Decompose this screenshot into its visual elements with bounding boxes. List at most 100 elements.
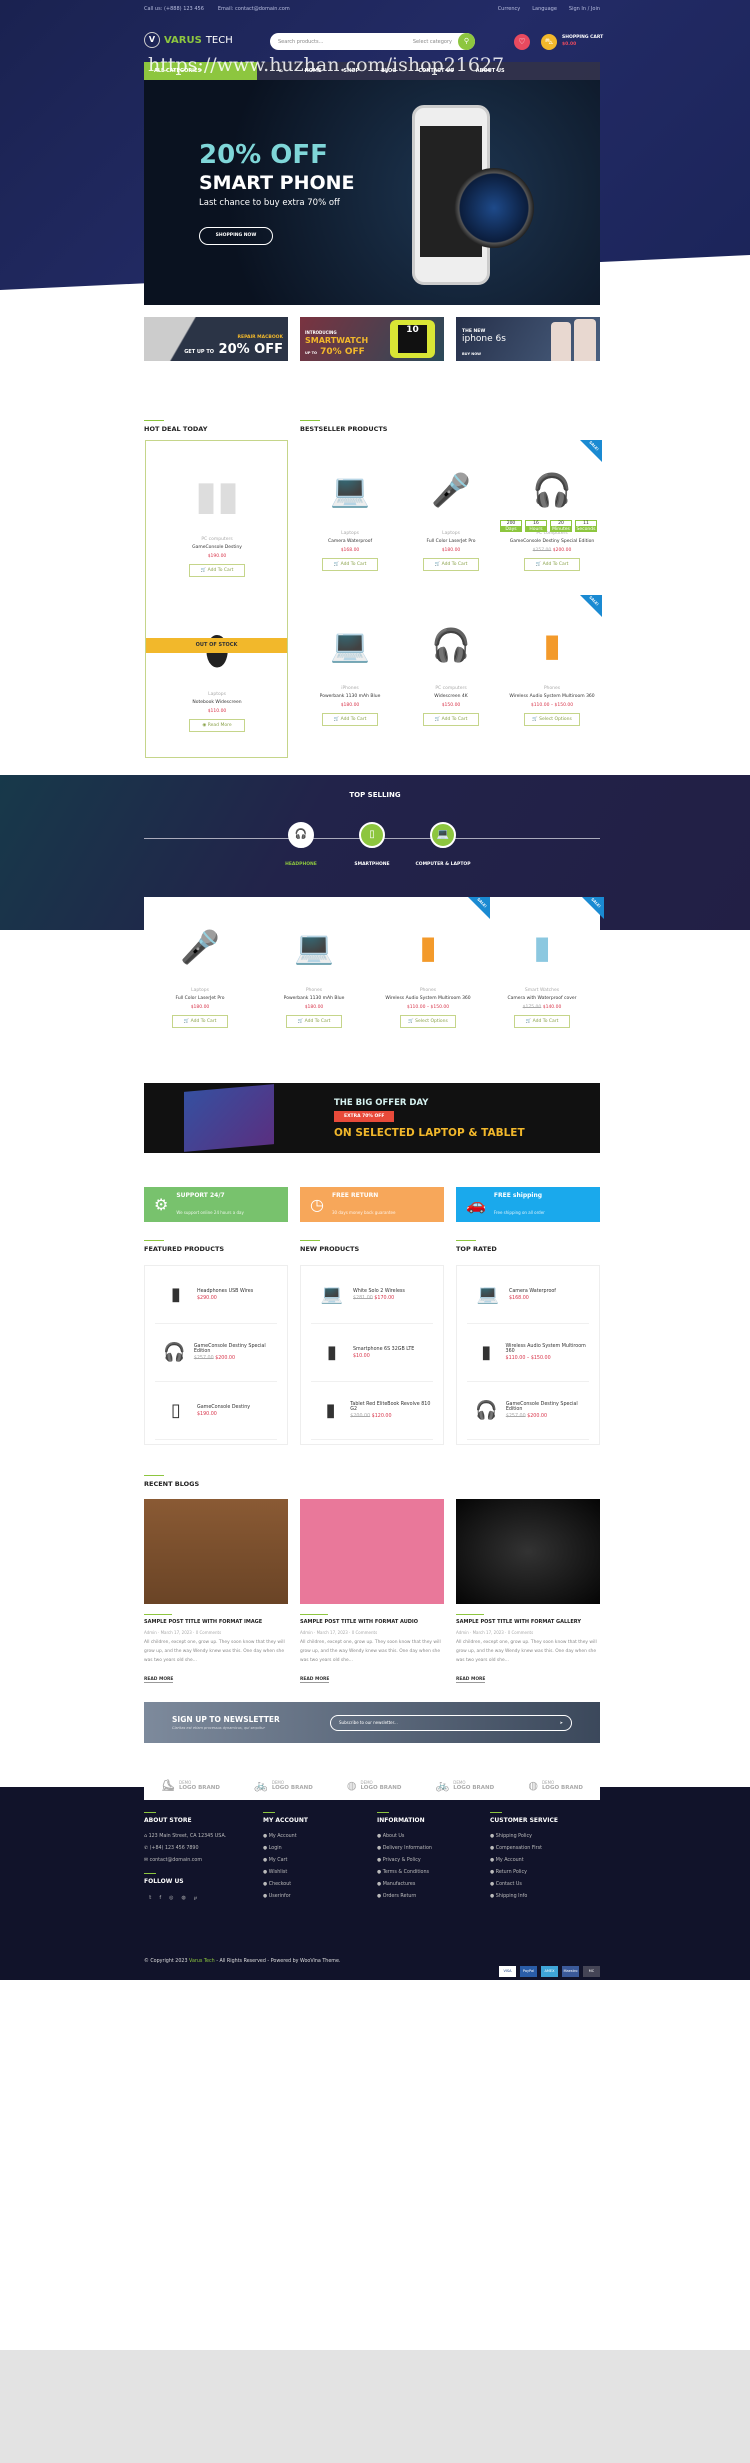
product-card[interactable]: 🎧 PC computers Widescreen 4K $150.00 🛒 Ad… [401, 610, 501, 726]
all-categories-button[interactable]: ALL CATEGORIES [144, 62, 257, 80]
tab-headphone-icon[interactable]: 🎧 [288, 822, 314, 848]
brand-icon: ◍ [346, 1778, 357, 1792]
signin-link[interactable]: Sign In / Join [569, 6, 600, 12]
countdown: 200 Days 16 Hours 20 Minutes 11 Seconds [500, 520, 597, 532]
nav-home[interactable]: HOME [305, 68, 322, 74]
add-to-cart-button[interactable]: 🛒 Add To Cart [423, 558, 479, 571]
footer-link[interactable]: ● Checkout [263, 1882, 308, 1887]
add-to-cart-button[interactable]: 🛒 Add To Cart [514, 1015, 570, 1028]
product-card[interactable]: 🎤 Laptops Full Color LaserJet Pro $180.00… [150, 912, 250, 1028]
footer-link[interactable]: ● My Account [490, 1858, 558, 1863]
footer-link[interactable]: ● Compensation First [490, 1846, 558, 1851]
payment-icon: MC [583, 1966, 600, 1977]
add-to-cart-button[interactable]: 🛒 Select Options [524, 713, 580, 726]
product-thumb: 🎧 [163, 1342, 186, 1363]
category-select[interactable]: Select category [413, 39, 452, 45]
hero-banner[interactable]: 20% OFF SMART PHONE Last chance to buy e… [144, 80, 600, 305]
product-card[interactable]: 💻 Phones Powerbank 1130 mAh Blue $180.00 … [264, 912, 364, 1028]
language-dropdown[interactable]: Language [532, 6, 557, 12]
search-bar[interactable]: Search products... Select category ⚲ [270, 33, 475, 50]
add-to-cart-button[interactable]: 🛒 Select Options [400, 1015, 456, 1028]
footer-link[interactable]: ● Manufactures [377, 1882, 432, 1887]
home-icon[interactable]: ⌂ [279, 68, 283, 74]
list-item[interactable]: 💻 Camera Waterproof $168.00 [467, 1266, 589, 1324]
product-card[interactable]: 💻 iPhones Powerbank 1130 mAh Blue $180.00… [300, 610, 400, 726]
promo-iphone[interactable]: THE NEW iphone 6s BUY NOW [456, 317, 600, 361]
product-card[interactable]: 💻 Laptops Camera Waterproof $168.00 🛒 Add… [300, 455, 400, 571]
footer-link[interactable]: ● Terms & Conditions [377, 1870, 432, 1875]
brand-logo[interactable]: ⛸ DEMO LOGO BRAND [161, 1779, 220, 1792]
blog-image[interactable] [300, 1499, 444, 1604]
add-to-cart-button[interactable]: 🛒 Add To Cart [172, 1015, 228, 1028]
list-item[interactable]: ▯ GameConsole Destiny $190.00 [155, 1382, 277, 1440]
shopping-now-button[interactable]: SHOPPING NOW [199, 227, 273, 245]
list-item[interactable]: 💻 White Solo 2 Wireless $281.00 $170.00 [311, 1266, 433, 1324]
promo-macbook[interactable]: REPAIR MACBOOK GET UP TO 20% OFF [144, 317, 288, 361]
search-button[interactable]: ⚲ [458, 33, 475, 50]
footer-link[interactable]: ● Orders Return [377, 1894, 432, 1899]
product-card[interactable]: ▮▮ PC computers GameConsole Destiny $190.… [167, 461, 267, 577]
add-to-cart-button[interactable]: 🛒 Add To Cart [524, 558, 580, 571]
brand-icon: 🚲 [254, 1778, 268, 1792]
read-more-link[interactable]: READ MORE [144, 1677, 174, 1683]
cart-summary[interactable]: SHOPPING CART $0.00 [562, 35, 603, 47]
footer-link[interactable]: ● My Account [263, 1834, 308, 1839]
phone: Call us: (+888) 123 456 [144, 6, 204, 12]
nav-shop[interactable]: SHOP [343, 68, 359, 74]
read-more-link[interactable]: READ MORE [456, 1677, 486, 1683]
search-input[interactable]: Search products... [278, 39, 323, 45]
list-item[interactable]: 🎧 GameConsole Destiny Special Edition $257… [467, 1382, 589, 1440]
read-more-button[interactable]: ◉ Read More [189, 719, 245, 732]
add-to-cart-button[interactable]: 🛒 Add To Cart [189, 564, 245, 577]
footer-link[interactable]: ● Wishlist [263, 1870, 308, 1875]
blog-image[interactable] [456, 1499, 600, 1604]
send-icon[interactable]: ➤ [560, 1720, 563, 1725]
product-card[interactable]: 🎤 Laptops Full Color LaserJet Pro $180.00… [401, 455, 501, 571]
big-offer-banner[interactable]: THE BIG OFFER DAY EXTRA 70% OFF ON SELEC… [144, 1083, 600, 1153]
add-to-cart-button[interactable]: 🛒 Add To Cart [322, 713, 378, 726]
add-to-cart-button[interactable]: 🛒 Add To Cart [286, 1015, 342, 1028]
tab-computer-laptop[interactable]: COMPUTER & LAPTOP [398, 862, 488, 867]
blog-image[interactable] [144, 1499, 288, 1604]
footer-link[interactable]: ● Return Policy [490, 1870, 558, 1875]
tab-laptop-icon[interactable]: 💻 [430, 822, 456, 848]
cart-icon[interactable]: ⛍ [541, 34, 557, 50]
read-more-link[interactable]: READ MORE [300, 1677, 330, 1683]
logo[interactable]: V VARUS TECH [144, 32, 233, 48]
footer-link[interactable]: ● Login [263, 1846, 308, 1851]
promo-smartwatch[interactable]: INTRODUCING SMARTWATCH UP TO 70% OFF 10 [300, 317, 444, 361]
footer-link[interactable]: ● Userinfor [263, 1894, 308, 1899]
list-item[interactable]: ▮ Tablet Red EliteBook Revolve 810 G2 $200… [311, 1382, 433, 1440]
footer-link[interactable]: ● Privacy & Policy [377, 1858, 432, 1863]
brand-logo[interactable]: 🚲 DEMO LOGO BRAND [436, 1779, 495, 1792]
footer-link[interactable]: ● About Us [377, 1834, 432, 1839]
footer-link[interactable]: ● Delivery Information [377, 1846, 432, 1851]
tab-smartphone-icon[interactable]: ▯ [359, 822, 385, 848]
product-card[interactable]: ▮ Smart Watches Camera with Waterproof co… [492, 912, 592, 1028]
add-to-cart-button[interactable]: 🛒 Add To Cart [423, 713, 479, 726]
footer-link[interactable]: ● Contact Us [490, 1882, 558, 1887]
list-item[interactable]: ▮ Headphones USB Wires $290.00 [155, 1266, 277, 1324]
wishlist-icon[interactable]: ♡ [514, 34, 530, 50]
list-item[interactable]: ▮ Smartphone 6S 32GB LTE $10.00 [311, 1324, 433, 1382]
add-to-cart-button[interactable]: 🛒 Add To Cart [322, 558, 378, 571]
footer-link[interactable]: ● My Cart [263, 1858, 308, 1863]
nav-contact[interactable]: CONTACT US [418, 68, 453, 74]
newsletter-input[interactable]: Subscribe to our newsletter... ➤ [330, 1714, 572, 1731]
product-card[interactable]: ⬮ LaptopsNotebook Widescreen $110.00 ◉ R… [167, 616, 267, 732]
product-card[interactable]: 🎧 PC computers GameConsole Destiny Specia… [502, 455, 602, 571]
footer-link[interactable]: ● Shipping Policy [490, 1834, 558, 1839]
brand-logo[interactable]: ◍ DEMO LOGO BRAND [347, 1779, 402, 1792]
nav-about[interactable]: ABOUT US [476, 68, 505, 74]
brand-logo[interactable]: 🚲 DEMO LOGO BRAND [254, 1779, 313, 1792]
product-card[interactable]: ▮ Phones Wireless Audio System Multiroom … [378, 912, 478, 1028]
list-item[interactable]: ▮ Wireless Audio System Multiroom 360 $11… [467, 1324, 589, 1382]
list-item[interactable]: 🎧 GameConsole Destiny Special Edition $257… [155, 1324, 277, 1382]
currency-dropdown[interactable]: Currency [498, 6, 521, 12]
social-icons[interactable]: 𝕥f◎◍℘ [144, 1895, 226, 1901]
brand-logo[interactable]: ◍ DEMO LOGO BRAND [528, 1779, 583, 1792]
product-card[interactable]: ▮ Phones Wireless Audio System Multiroom … [502, 610, 602, 726]
footer-link[interactable]: ● Shipping Info [490, 1894, 558, 1899]
hot-deal-box: ▮▮ PC computers GameConsole Destiny $190.… [145, 440, 288, 758]
nav-blog[interactable]: BLOG [381, 68, 396, 74]
